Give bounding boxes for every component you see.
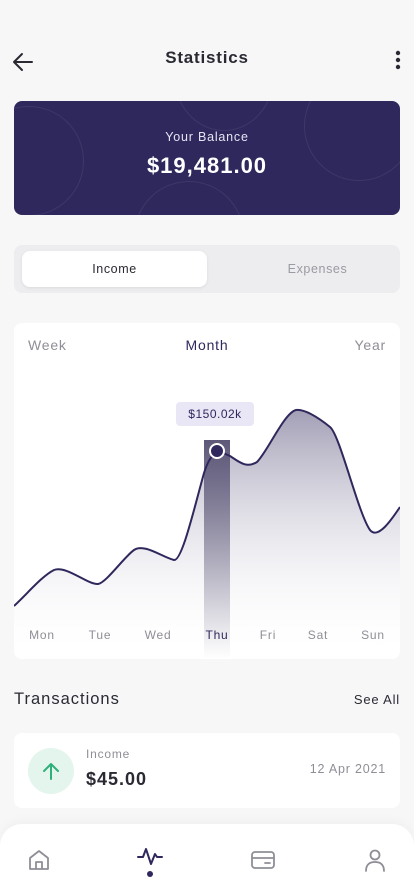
tick-label[interactable]: Fri (248, 628, 288, 642)
bottom-tab-bar (0, 824, 414, 896)
transaction-item[interactable]: Income $45.00 12 Apr 2021 (14, 733, 400, 808)
balance-card: Your Balance $19,481.00 (14, 101, 400, 215)
decorative-circle (134, 181, 244, 215)
chart-tooltip: $150.02k (176, 402, 254, 426)
toggle-expenses[interactable]: Expenses (225, 251, 410, 287)
transaction-amount: $45.00 (86, 769, 148, 789)
tick-label[interactable]: Tue (80, 628, 120, 642)
arrow-up-icon (28, 748, 74, 794)
income-expenses-toggle: Income Expenses (14, 245, 400, 293)
tick-label[interactable]: Sun (353, 628, 393, 642)
see-all-link[interactable]: See All (354, 692, 400, 707)
balance-amount: $19,481.00 (146, 153, 268, 178)
tick-label[interactable]: Mon (22, 628, 62, 642)
wallet-icon[interactable] (249, 846, 277, 874)
toggle-income[interactable]: Income (22, 251, 207, 287)
app-header: Statistics (0, 40, 414, 80)
transaction-category: Income (86, 747, 131, 761)
tick-label[interactable]: Wed (138, 628, 178, 642)
selected-day-bar (204, 440, 230, 659)
activity-icon[interactable] (136, 842, 164, 870)
chart-card: Week Month Year $150.02k Mon Tue Wed Thu… (14, 323, 400, 659)
page-title: Statistics (165, 48, 249, 67)
home-icon[interactable] (25, 846, 53, 874)
more-options-icon[interactable] (390, 46, 406, 74)
transactions-title: Transactions (14, 690, 120, 708)
balance-label: Your Balance (165, 130, 249, 144)
transaction-date: 12 Apr 2021 (309, 762, 386, 776)
selected-point[interactable] (209, 443, 225, 459)
tick-label[interactable]: Sat (298, 628, 338, 642)
decorative-circle (174, 101, 274, 131)
tick-label[interactable]: Thu (197, 628, 237, 642)
profile-icon[interactable] (361, 846, 389, 874)
day-axis: Mon Tue Wed Thu Fri Sat Sun (14, 628, 400, 644)
period-year[interactable]: Year (355, 337, 387, 353)
period-month[interactable]: Month (14, 337, 400, 353)
income-chart (14, 408, 400, 659)
active-tab-indicator (147, 871, 153, 877)
